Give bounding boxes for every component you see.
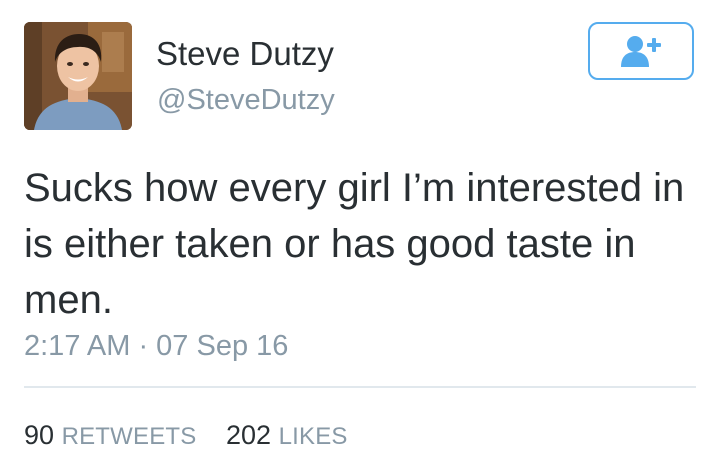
follow-user-icon [621,36,661,67]
avatar[interactable] [24,22,132,130]
retweets-label: RETWEETS [61,423,197,450]
user-handle[interactable]: @SteveDutzy [157,82,335,118]
tweet-timestamp[interactable]: 2:17 AM · 07 Sep 16 [24,328,288,364]
user-display-name[interactable]: Steve Dutzy [156,34,334,74]
tweet-stats: 90 RETWEETS 202 LIKES [24,418,370,454]
profile-photo [24,22,132,130]
retweets-count: 90 [24,420,55,450]
likes-count: 202 [226,420,272,450]
divider [24,386,696,388]
tweet-text: Sucks how every girl I’m interested in i… [24,166,685,322]
likes-label: LIKES [278,423,348,450]
follow-button[interactable] [588,22,694,80]
tweet-card: Steve Dutzy @SteveDutzy Sucks how every … [0,0,720,465]
retweets-stat[interactable]: 90 RETWEETS [24,420,197,450]
likes-stat[interactable]: 202 LIKES [226,420,348,450]
